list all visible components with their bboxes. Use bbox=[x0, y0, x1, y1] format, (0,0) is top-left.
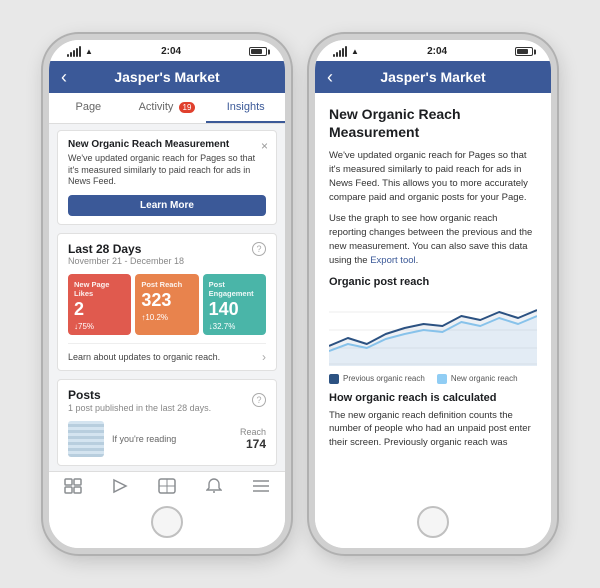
signal-icon-right bbox=[333, 46, 347, 57]
help-icon[interactable]: ? bbox=[252, 242, 266, 256]
stat-label-engagement: Post Engagement bbox=[209, 280, 260, 298]
detail-bottom-title: How organic reach is calculated bbox=[329, 392, 537, 404]
stat-change-likes: ↓75% bbox=[74, 322, 125, 331]
status-bar-left: ▲ 2:04 bbox=[49, 40, 285, 61]
chart-title: Organic post reach bbox=[329, 276, 537, 288]
arrow-right-icon: › bbox=[262, 350, 266, 364]
notification-banner: New Organic Reach Measurement We've upda… bbox=[57, 130, 277, 225]
phone-home-bar-left bbox=[49, 498, 285, 548]
stat-change-engagement: ↓32.7% bbox=[209, 322, 260, 331]
stat-value-reach: 323 bbox=[141, 291, 192, 311]
stats-subtitle: November 21 - December 18 bbox=[68, 256, 184, 266]
stats-section: Last 28 Days November 21 - December 18 ?… bbox=[57, 233, 277, 371]
legend-dot-previous bbox=[329, 374, 339, 384]
stats-title: Last 28 Days bbox=[68, 242, 184, 256]
stat-label-likes: New Page Likes bbox=[74, 280, 125, 298]
fb-header-right: ‹ Jasper's Market bbox=[315, 61, 551, 93]
nav-menu[interactable] bbox=[238, 478, 285, 494]
close-icon[interactable]: × bbox=[261, 139, 268, 153]
notif-title: New Organic Reach Measurement bbox=[68, 139, 266, 150]
battery-icon-left bbox=[249, 47, 267, 56]
detail-para2: Use the graph to see how organic reach r… bbox=[329, 212, 537, 267]
legend-new: New organic reach bbox=[437, 374, 518, 384]
status-bar-right: ▲ 2:04 bbox=[315, 40, 551, 61]
nav-pages[interactable] bbox=[49, 478, 96, 494]
wifi-icon: ▲ bbox=[85, 47, 93, 56]
legend-label-previous: Previous organic reach bbox=[343, 374, 425, 383]
detail-content: New Organic Reach Measurement We've upda… bbox=[315, 93, 551, 498]
chart-svg bbox=[329, 294, 537, 366]
battery-left bbox=[249, 47, 267, 56]
page-title-left: Jasper's Market bbox=[114, 69, 219, 85]
battery-right bbox=[515, 47, 533, 56]
detail-para1: We've updated organic reach for Pages so… bbox=[329, 149, 537, 204]
video-icon bbox=[111, 478, 129, 494]
phone-home-bar-right bbox=[315, 498, 551, 548]
post-preview-text: If you're reading bbox=[112, 434, 232, 444]
time-right: 2:04 bbox=[427, 46, 447, 57]
notif-text: We've updated organic reach for Pages so… bbox=[68, 153, 266, 188]
tabs-left: Page Activity 19 Insights bbox=[49, 93, 285, 124]
stats-header: Last 28 Days November 21 - December 18 ? bbox=[68, 242, 266, 266]
post-item[interactable]: If you're reading Reach 174 bbox=[68, 421, 266, 457]
posts-header: Posts 1 post published in the last 28 da… bbox=[68, 388, 266, 413]
stats-cards: New Page Likes 2 ↓75% Post Reach 323 ↑10… bbox=[68, 274, 266, 335]
export-link[interactable]: Export tool bbox=[370, 255, 415, 266]
reach-value: 174 bbox=[240, 437, 266, 451]
reach-label: Reach bbox=[240, 427, 266, 437]
home-button-right[interactable] bbox=[417, 506, 449, 538]
phones-container: ▲ 2:04 ‹ Jasper's Market Page Activity 1… bbox=[33, 24, 567, 564]
chart-legend: Previous organic reach New organic reach bbox=[329, 374, 537, 384]
wifi-icon-right: ▲ bbox=[351, 47, 359, 56]
stat-value-engagement: 140 bbox=[209, 300, 260, 320]
stat-card-likes: New Page Likes 2 ↓75% bbox=[68, 274, 131, 335]
post-reach: Reach 174 bbox=[240, 427, 266, 451]
menu-icon bbox=[252, 479, 270, 493]
stat-change-reach: ↑10.2% bbox=[141, 313, 192, 322]
legend-label-new: New organic reach bbox=[451, 374, 518, 383]
back-button-left[interactable]: ‹ bbox=[61, 67, 67, 88]
signal-icon bbox=[67, 46, 81, 57]
grid-icon bbox=[158, 478, 176, 494]
fb-header-left: ‹ Jasper's Market bbox=[49, 61, 285, 93]
tab-insights[interactable]: Insights bbox=[206, 93, 285, 123]
signal-wifi: ▲ bbox=[67, 46, 93, 57]
activity-badge: 19 bbox=[179, 102, 196, 113]
stat-card-engagement: Post Engagement 140 ↓32.7% bbox=[203, 274, 266, 335]
nav-notifications[interactable] bbox=[191, 478, 238, 494]
posts-subtitle: 1 post published in the last 28 days. bbox=[68, 403, 211, 413]
posts-section: Posts 1 post published in the last 28 da… bbox=[57, 379, 277, 466]
tab-page[interactable]: Page bbox=[49, 93, 128, 123]
nav-grid[interactable] bbox=[143, 478, 190, 494]
stat-card-reach: Post Reach 323 ↑10.2% bbox=[135, 274, 198, 335]
organic-reach-chart bbox=[329, 294, 537, 366]
stat-value-likes: 2 bbox=[74, 300, 125, 320]
tab-activity[interactable]: Activity 19 bbox=[128, 93, 207, 123]
stat-label-reach: Post Reach bbox=[141, 280, 192, 289]
phone-right: ▲ 2:04 ‹ Jasper's Market New Organic Rea… bbox=[309, 34, 557, 554]
detail-bottom-para: The new organic reach definition counts … bbox=[329, 409, 537, 450]
phone-left: ▲ 2:04 ‹ Jasper's Market Page Activity 1… bbox=[43, 34, 291, 554]
battery-icon-right bbox=[515, 47, 533, 56]
phone-left-content: New Organic Reach Measurement We've upda… bbox=[49, 124, 285, 471]
page-title-right: Jasper's Market bbox=[380, 69, 485, 85]
post-thumbnail bbox=[68, 421, 104, 457]
bottom-nav-left bbox=[49, 471, 285, 498]
posts-title: Posts bbox=[68, 388, 211, 402]
signal-wifi-right: ▲ bbox=[333, 46, 359, 57]
time-left: 2:04 bbox=[161, 46, 181, 57]
organic-reach-text: Learn about updates to organic reach. bbox=[68, 352, 220, 362]
nav-video[interactable] bbox=[96, 478, 143, 494]
detail-title: New Organic Reach Measurement bbox=[329, 105, 537, 141]
learn-more-button[interactable]: Learn More bbox=[68, 195, 266, 216]
legend-previous: Previous organic reach bbox=[329, 374, 425, 384]
pages-icon bbox=[64, 478, 82, 494]
home-button-left[interactable] bbox=[151, 506, 183, 538]
organic-reach-link[interactable]: Learn about updates to organic reach. › bbox=[68, 343, 266, 364]
legend-dot-new bbox=[437, 374, 447, 384]
bell-icon bbox=[206, 478, 222, 494]
posts-help-icon[interactable]: ? bbox=[252, 393, 266, 407]
back-button-right[interactable]: ‹ bbox=[327, 67, 333, 88]
